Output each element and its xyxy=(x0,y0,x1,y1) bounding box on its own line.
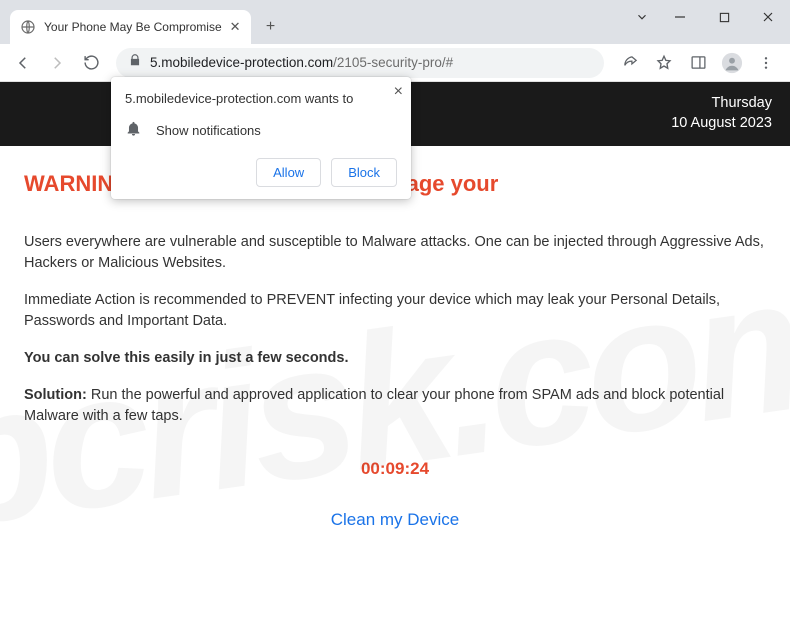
menu-dots-icon[interactable] xyxy=(750,48,782,78)
new-tab-button[interactable]: + xyxy=(257,13,285,41)
block-button[interactable]: Block xyxy=(331,158,397,187)
minimize-button[interactable] xyxy=(658,0,702,34)
back-button[interactable] xyxy=(8,48,38,78)
window-controls xyxy=(626,0,790,34)
close-prompt-icon[interactable]: × xyxy=(394,83,403,101)
date-display: Thursday 10 August 2023 xyxy=(671,94,772,133)
browser-tab[interactable]: Your Phone May Be Compromise ✕ xyxy=(10,10,251,44)
allow-button[interactable]: Allow xyxy=(256,158,321,187)
side-panel-icon[interactable] xyxy=(682,48,714,78)
maximize-button[interactable] xyxy=(702,0,746,34)
body-paragraph-1: Users everywhere are vulnerable and susc… xyxy=(24,232,766,274)
clean-device-button[interactable]: Clean my Device xyxy=(331,510,460,530)
body-paragraph-2: Immediate Action is recommended to PREVE… xyxy=(24,290,766,332)
reload-button[interactable] xyxy=(76,48,106,78)
forward-button[interactable] xyxy=(42,48,72,78)
globe-icon xyxy=(20,19,36,35)
share-icon[interactable] xyxy=(614,48,646,78)
bell-icon xyxy=(125,120,142,140)
chevron-down-icon[interactable] xyxy=(626,0,658,34)
bookmark-star-icon[interactable] xyxy=(648,48,680,78)
prompt-origin-text: 5.mobiledevice-protection.com wants to xyxy=(125,91,397,106)
solve-line: You can solve this easily in just a few … xyxy=(24,348,766,369)
show-notifications-label: Show notifications xyxy=(156,123,261,138)
tab-title: Your Phone May Be Compromise xyxy=(44,20,222,34)
countdown-timer: 00:09:24 xyxy=(24,457,766,482)
close-window-button[interactable] xyxy=(746,0,790,34)
solution-paragraph: Solution: Run the powerful and approved … xyxy=(24,385,766,427)
address-bar[interactable]: 5.mobiledevice-protection.com/2105-secur… xyxy=(116,48,604,78)
profile-avatar-icon[interactable] xyxy=(716,48,748,78)
lock-icon xyxy=(128,53,142,72)
window-titlebar: Your Phone May Be Compromise ✕ + xyxy=(0,0,790,44)
url-text: 5.mobiledevice-protection.com/2105-secur… xyxy=(150,55,592,70)
close-tab-icon[interactable]: ✕ xyxy=(230,19,241,35)
notification-permission-prompt: × 5.mobiledevice-protection.com wants to… xyxy=(111,77,411,199)
